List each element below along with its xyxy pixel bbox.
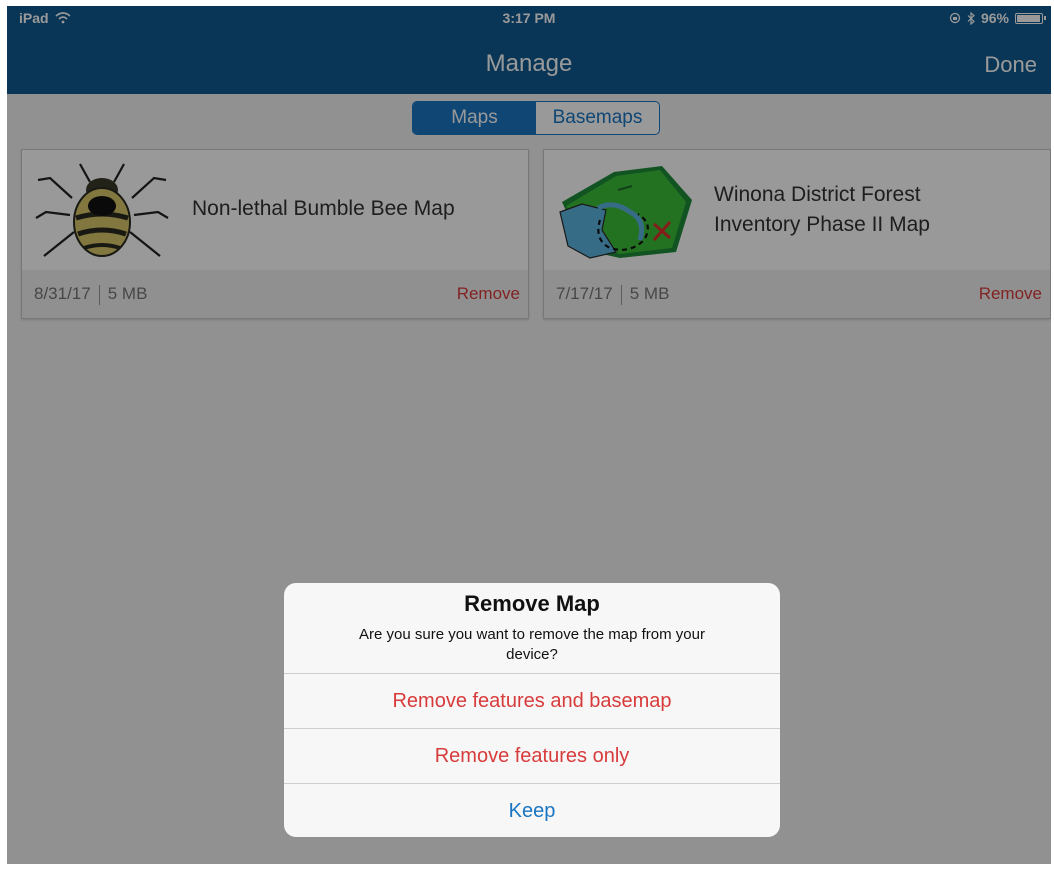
app-screen: iPad 3:17 PM 96% Manage Done Maps Basema… bbox=[7, 6, 1051, 864]
alert-message: Are you sure you want to remove the map … bbox=[304, 625, 760, 665]
remove-features-only-button[interactable]: Remove features only bbox=[284, 728, 780, 783]
keep-button[interactable]: Keep bbox=[284, 783, 780, 837]
remove-map-alert: Remove Map Are you sure you want to remo… bbox=[284, 583, 780, 837]
remove-features-and-basemap-button[interactable]: Remove features and basemap bbox=[284, 673, 780, 728]
alert-message-line-2: device? bbox=[506, 646, 558, 663]
alert-title: Remove Map bbox=[464, 591, 600, 616]
alert-message-line-1: Are you sure you want to remove the map … bbox=[359, 626, 705, 643]
